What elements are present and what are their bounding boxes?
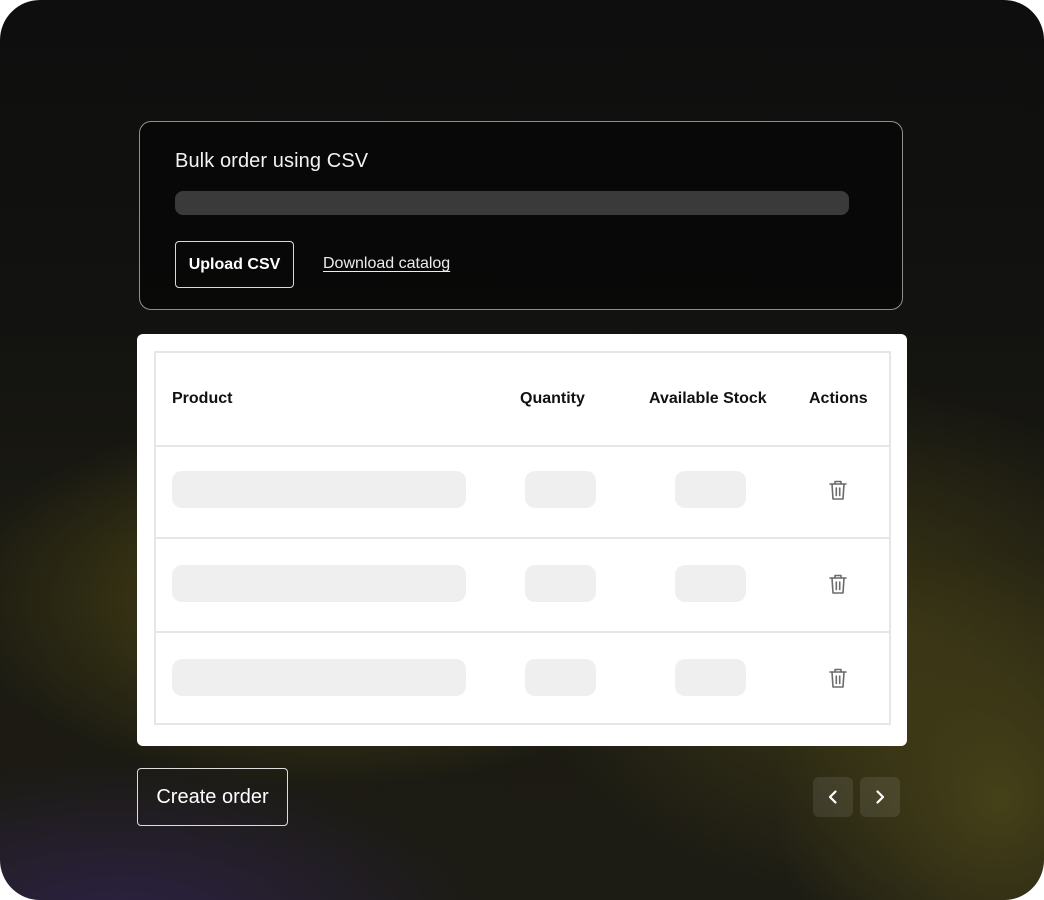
chevron-left-icon — [828, 790, 837, 804]
delete-row-button[interactable] — [826, 572, 850, 596]
stock-cell-placeholder — [675, 659, 746, 696]
stock-cell-placeholder — [675, 565, 746, 602]
app-frame: Bulk order using CSV Upload CSV Download… — [0, 0, 1044, 900]
product-cell-placeholder — [172, 565, 466, 602]
next-page-button[interactable] — [860, 777, 900, 817]
table-row — [156, 445, 889, 539]
upload-progress-bar — [175, 191, 849, 215]
upload-card-title: Bulk order using CSV — [175, 150, 369, 172]
order-table-card: Product Quantity Available Stock Actions — [137, 334, 907, 746]
column-header-actions: Actions — [809, 390, 868, 407]
download-catalog-link[interactable]: Download catalog — [323, 255, 450, 273]
delete-row-button[interactable] — [826, 666, 850, 690]
trash-icon — [829, 668, 847, 688]
quantity-cell-placeholder — [525, 471, 596, 508]
delete-row-button[interactable] — [826, 478, 850, 502]
trash-icon — [829, 574, 847, 594]
product-cell-placeholder — [172, 659, 466, 696]
trash-icon — [829, 480, 847, 500]
column-header-product: Product — [172, 390, 233, 407]
create-order-button[interactable]: Create order — [137, 768, 288, 826]
table-row — [156, 539, 889, 633]
quantity-cell-placeholder — [525, 659, 596, 696]
column-header-quantity: Quantity — [520, 390, 585, 407]
chevron-right-icon — [876, 790, 885, 804]
order-table: Product Quantity Available Stock Actions — [154, 351, 891, 725]
column-header-available-stock: Available Stock — [649, 390, 767, 407]
quantity-cell-placeholder — [525, 565, 596, 602]
product-cell-placeholder — [172, 471, 466, 508]
previous-page-button[interactable] — [813, 777, 853, 817]
stock-cell-placeholder — [675, 471, 746, 508]
table-header-row: Product Quantity Available Stock Actions — [156, 353, 889, 447]
table-row — [156, 633, 889, 725]
bulk-upload-card: Bulk order using CSV Upload CSV Download… — [139, 121, 903, 310]
upload-csv-button[interactable]: Upload CSV — [175, 241, 294, 288]
